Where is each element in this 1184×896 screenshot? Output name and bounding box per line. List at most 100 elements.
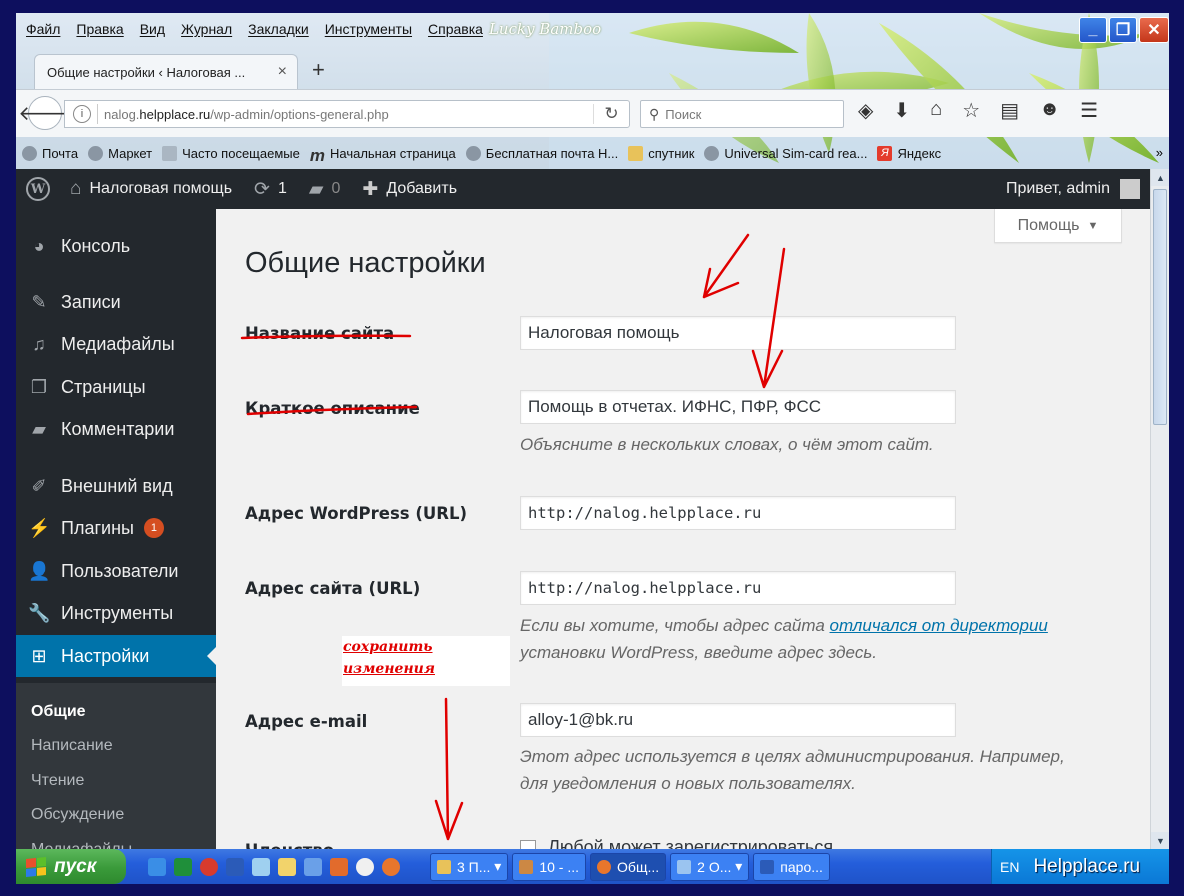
email-input[interactable]: alloy-1@bk.ru xyxy=(520,703,956,737)
help-tab-button[interactable]: Помощь ▼ xyxy=(994,209,1122,243)
submenu-reading[interactable]: Чтение xyxy=(31,772,84,790)
excel-icon[interactable] xyxy=(174,857,192,876)
tab-strip: Общие настройки ‹ Налоговая ... × + xyxy=(16,51,1169,89)
paint-icon[interactable] xyxy=(330,857,348,876)
app-icon[interactable] xyxy=(304,857,322,876)
folder-icon xyxy=(628,145,644,161)
comments-link[interactable]: ▰ 0 xyxy=(309,178,341,201)
magnifier-folder-icon xyxy=(162,145,178,161)
bookmark-free-mail[interactable]: Бесплатная почта Н... xyxy=(465,145,618,161)
bookmark-sputnik[interactable]: спутник xyxy=(628,145,694,161)
scroll-up-arrow-icon[interactable]: ▲ xyxy=(1151,169,1169,186)
page-scrollbar[interactable]: ▲ ▼ xyxy=(1150,169,1169,849)
maximize-button[interactable]: ❐ xyxy=(1109,17,1137,43)
search-placeholder: Поиск xyxy=(665,106,702,122)
search-icon: ⚲ xyxy=(649,105,660,122)
taskbar-item-windows[interactable]: 2 О... ▾ xyxy=(670,852,750,881)
bookmarks-more-button[interactable]: » xyxy=(1156,145,1163,160)
bookmark-start-page[interactable]: m Начальная страница xyxy=(310,146,456,165)
sidebar-item-users[interactable]: 👤 Пользователи xyxy=(16,550,216,592)
menu-history[interactable]: Журнал xyxy=(181,21,232,37)
updates-link[interactable]: ⟳ 1 xyxy=(254,178,287,201)
sidebar-item-comments[interactable]: ▰ Комментарии xyxy=(16,408,216,450)
notes-icon[interactable] xyxy=(278,857,296,876)
sidebar-item-tools[interactable]: 🔧 Инструменты xyxy=(16,592,216,634)
wrench-icon: 🔧 xyxy=(28,602,51,623)
taskbar-item-firefox[interactable]: Общ... xyxy=(590,852,667,881)
site-name-link[interactable]: ⌂ Налоговая помощь xyxy=(70,178,232,200)
wp-logo[interactable]: W xyxy=(16,177,60,201)
site-url-description: Если вы хотите, чтобы адрес сайта отлича… xyxy=(520,616,1048,662)
submenu-general[interactable]: Общие xyxy=(31,703,86,721)
firefox-icon[interactable] xyxy=(382,857,400,876)
sidebar-item-media[interactable]: ♫ Медиафайлы xyxy=(16,323,216,365)
nav-bar: 🡐 i nalog.helpplace.ru/wp-admin/options-… xyxy=(16,89,1169,137)
url-bar[interactable]: i nalog.helpplace.ru/wp-admin/options-ge… xyxy=(64,100,630,128)
close-window-button[interactable]: ✕ xyxy=(1139,17,1169,43)
tagline-input[interactable]: Помощь в отчетах. ИФНС, ПФР, ФСС xyxy=(520,390,956,424)
menu-edit[interactable]: Правка xyxy=(76,21,123,37)
info-icon[interactable]: i xyxy=(73,105,91,123)
sidebar-item-settings[interactable]: ⊞ Настройки xyxy=(16,635,216,677)
url-text[interactable]: nalog.helpplace.ru/wp-admin/options-gene… xyxy=(104,107,593,122)
cloud-icon[interactable] xyxy=(252,857,270,876)
word-icon xyxy=(760,859,775,874)
add-new-link[interactable]: ✚ Добавить xyxy=(362,178,457,201)
bookmark-most-visited[interactable]: Часто посещаемые xyxy=(162,145,300,161)
bookmark-market[interactable]: Маркет xyxy=(88,145,152,161)
wordpress-logo-icon: W xyxy=(26,177,50,201)
bookmark-mail[interactable]: Почта xyxy=(22,145,78,161)
sidebar-item-plugins[interactable]: ⚡ Плагины 1 xyxy=(16,507,216,549)
menu-help[interactable]: Справка xyxy=(428,21,483,37)
minimize-button[interactable]: _ xyxy=(1079,17,1107,43)
media-player-icon[interactable] xyxy=(356,857,374,876)
settings-icon: ⊞ xyxy=(31,645,47,666)
tab-active[interactable]: Общие настройки ‹ Налоговая ... × xyxy=(34,54,298,89)
home-icon[interactable]: ⌂ xyxy=(930,98,942,123)
bookmarks-bar: Почта Маркет Часто посещаемые m Начальная… xyxy=(16,137,1169,169)
menu-bookmarks[interactable]: Закладки xyxy=(248,21,309,37)
word-icon[interactable] xyxy=(226,857,244,876)
menu-tools[interactable]: Инструменты xyxy=(325,21,412,37)
language-indicator[interactable]: EN xyxy=(1000,859,1019,875)
scroll-down-arrow-icon[interactable]: ▼ xyxy=(1151,832,1169,849)
wp-url-input[interactable]: http://nalog.helpplace.ru xyxy=(520,496,956,530)
back-button[interactable]: 🡐 xyxy=(18,96,72,130)
sidebar-item-dashboard[interactable]: ◕ Консоль xyxy=(16,225,216,267)
bookmark-star-icon[interactable]: ☆ xyxy=(962,98,980,123)
tab-title: Общие настройки ‹ Налоговая ... xyxy=(47,64,246,80)
download-icon[interactable]: ⬇ xyxy=(893,98,910,123)
sidebar-item-pages[interactable]: ❐ Страницы xyxy=(16,366,216,408)
ie-icon[interactable] xyxy=(148,857,166,876)
submenu-discussion[interactable]: Обсуждение xyxy=(31,806,124,824)
sidebar-item-appearance[interactable]: ✐ Внешний вид xyxy=(16,465,216,507)
smiley-icon[interactable]: ☻ xyxy=(1039,98,1060,123)
different-directory-link[interactable]: отличался от директории xyxy=(830,616,1048,635)
menu-view[interactable]: Вид xyxy=(140,21,165,37)
opera-icon[interactable] xyxy=(200,857,218,876)
submenu-writing[interactable]: Написание xyxy=(31,737,113,755)
menu-file[interactable]: Файл xyxy=(26,21,60,37)
bookmark-sim-card[interactable]: Universal Sim-card rea... xyxy=(704,145,867,161)
site-url-input[interactable]: http://nalog.helpplace.ru xyxy=(520,571,956,605)
hamburger-menu-icon[interactable]: ☰ xyxy=(1080,98,1098,123)
taskbar-item-word[interactable]: паро... xyxy=(753,852,830,881)
new-tab-button[interactable]: + xyxy=(312,57,325,83)
scrollbar-thumb[interactable] xyxy=(1153,189,1167,425)
firefox-icon xyxy=(597,859,612,874)
tab-close-icon[interactable]: × xyxy=(278,63,287,81)
pocket-icon[interactable]: ◈ xyxy=(858,98,873,123)
pin-icon: ✎ xyxy=(31,291,47,312)
reading-list-icon[interactable]: ▤ xyxy=(1000,98,1019,123)
site-title-input[interactable]: Налоговая помощь xyxy=(520,316,956,350)
account-menu[interactable]: Привет, admin xyxy=(1006,169,1140,209)
start-button[interactable]: пуск xyxy=(16,849,126,884)
search-box[interactable]: ⚲ Поиск xyxy=(640,100,844,128)
sidebar-item-posts[interactable]: ✎ Записи xyxy=(16,281,216,323)
taskbar-item-apps[interactable]: 10 - ... xyxy=(512,852,587,881)
bookmark-yandex[interactable]: Я Яндекс xyxy=(877,145,941,161)
taskbar-item-folders[interactable]: 3 П... ▾ xyxy=(430,852,509,881)
windows-logo-icon xyxy=(26,856,46,877)
users-icon: 👤 xyxy=(28,560,51,581)
reload-icon[interactable]: ↻ xyxy=(593,104,629,124)
